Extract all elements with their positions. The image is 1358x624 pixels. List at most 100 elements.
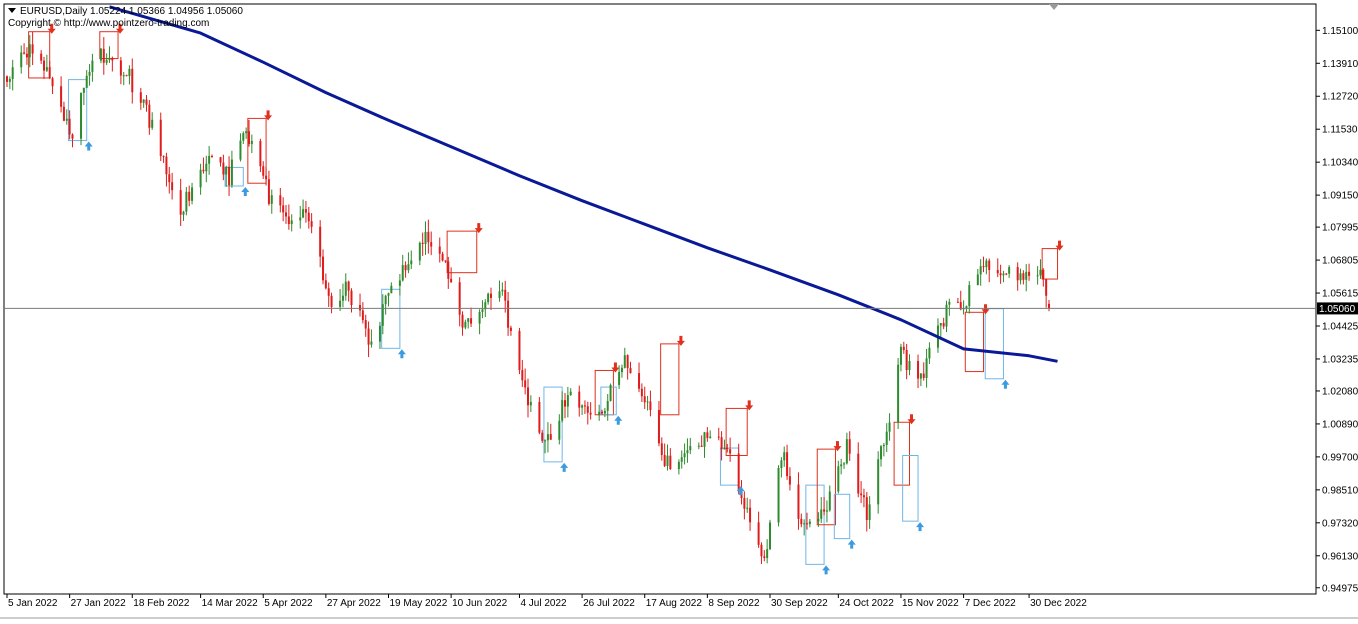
x-tick-label: 8 Sep 2022 <box>708 598 760 609</box>
bear-candle <box>210 156 213 158</box>
bull-candle <box>387 293 390 296</box>
bear-candle <box>509 327 512 331</box>
chart-header: EURUSD,Daily 1.05224 1.05366 1.04956 1.0… <box>8 6 243 30</box>
bull-candle <box>191 187 194 201</box>
buy-arrow-icon <box>1001 379 1010 389</box>
x-tick-label: 7 Dec 2022 <box>965 598 1017 609</box>
y-tick-label: 1.00890 <box>1322 419 1358 430</box>
bull-candle <box>464 321 467 328</box>
bear-candle <box>267 179 270 204</box>
bear-candle <box>265 175 268 180</box>
y-tick-label: 0.96130 <box>1322 551 1358 562</box>
bear-candle <box>427 231 430 243</box>
bull-candle <box>205 163 208 172</box>
bear-candle <box>71 134 74 139</box>
bear-candle <box>330 295 333 307</box>
symbol-line: EURUSD,Daily 1.05224 1.05366 1.04956 1.0… <box>8 6 243 18</box>
chart-shift-marker-icon[interactable] <box>1049 4 1059 10</box>
x-tick-label: 26 Jul 2022 <box>583 598 635 609</box>
bull-candle <box>407 264 410 271</box>
bear-candle <box>629 367 632 374</box>
bear-candle <box>171 182 174 191</box>
bear-candle <box>583 405 586 407</box>
bear-candle <box>1028 271 1031 276</box>
bull-candle <box>105 59 108 63</box>
bull-candle <box>680 457 683 462</box>
buy-arrow-icon <box>916 522 925 532</box>
chart-canvas[interactable]: 1.15100 1.13910 1.12720 1.11530 1.10340 1.091… <box>0 0 1358 619</box>
y-tick-label: 0.97320 <box>1322 518 1358 529</box>
bull-candle <box>899 346 902 365</box>
bear-candle <box>444 260 447 262</box>
bear-candle <box>279 195 282 206</box>
bear-candle <box>669 455 672 470</box>
bull-candle <box>1036 275 1039 277</box>
plot-frame <box>3 3 1317 595</box>
bear-candle <box>749 507 752 523</box>
bull-candle <box>976 274 979 286</box>
bear-candle <box>219 157 222 163</box>
bull-candle <box>99 48 102 61</box>
bear-candle <box>461 314 464 328</box>
bear-candle <box>179 190 182 215</box>
bear-candle <box>757 522 760 545</box>
bull-candle <box>646 401 649 403</box>
bull-candle <box>91 60 94 72</box>
bear-candle <box>1045 278 1048 296</box>
bull-candle <box>182 211 185 215</box>
bull-candle <box>703 432 706 447</box>
x-tick-label: 10 Jun 2022 <box>452 598 507 609</box>
bull-candle <box>498 291 501 298</box>
bull-candle <box>885 431 888 445</box>
x-tick-label: 5 Apr 2022 <box>264 598 313 609</box>
bull-candle <box>199 169 202 188</box>
bear-candle <box>956 301 959 303</box>
bear-candle <box>347 281 350 291</box>
bull-candle <box>683 453 686 458</box>
bear-candle <box>111 57 114 61</box>
bull-candle <box>686 450 689 454</box>
bull-candle <box>566 395 569 407</box>
bear-candle <box>626 355 629 368</box>
bear-candle <box>68 118 71 135</box>
bull-candle <box>766 549 769 559</box>
bull-candle <box>529 401 532 406</box>
bear-candle <box>999 273 1002 276</box>
bear-candle <box>228 166 231 186</box>
bear-candle <box>310 221 313 227</box>
sell-arrow-icon <box>981 304 990 315</box>
bear-candle <box>706 432 709 438</box>
bull-candle <box>928 347 931 359</box>
bull-candle <box>302 209 305 218</box>
bear-candle <box>700 445 703 447</box>
bull-candle <box>45 67 48 71</box>
bull-candle <box>925 358 928 378</box>
bull-candle <box>270 195 273 204</box>
bear-candle <box>23 52 26 54</box>
bull-candle <box>370 341 373 345</box>
bear-candle <box>922 373 925 378</box>
dropdown-triangle-icon[interactable] <box>8 8 16 13</box>
bear-candle <box>917 360 920 379</box>
bull-candle <box>840 464 843 467</box>
y-tick-label: 1.12720 <box>1322 92 1358 103</box>
bull-candle <box>985 260 988 268</box>
sell-signal-box <box>446 230 478 274</box>
bear-candle <box>1016 267 1019 281</box>
bull-candle <box>908 360 911 371</box>
bear-candle <box>865 497 868 520</box>
y-tick-label: 1.15100 <box>1322 26 1358 37</box>
bull-candle <box>401 265 404 281</box>
sell-signal-box <box>99 31 119 60</box>
bear-candle <box>247 131 250 145</box>
bear-candle <box>982 266 985 268</box>
bear-candle <box>1042 269 1045 279</box>
bear-candle <box>438 246 441 254</box>
bear-candle <box>367 328 370 345</box>
bear-candle <box>996 269 999 274</box>
bull-candle <box>877 459 880 505</box>
bull-candle <box>108 57 111 60</box>
price-chart[interactable]: 1.15100 1.13910 1.12720 1.11530 1.10340 1.091… <box>0 0 1358 619</box>
buy-arrow-icon <box>241 186 250 196</box>
sell-arrow-icon <box>1055 240 1064 251</box>
